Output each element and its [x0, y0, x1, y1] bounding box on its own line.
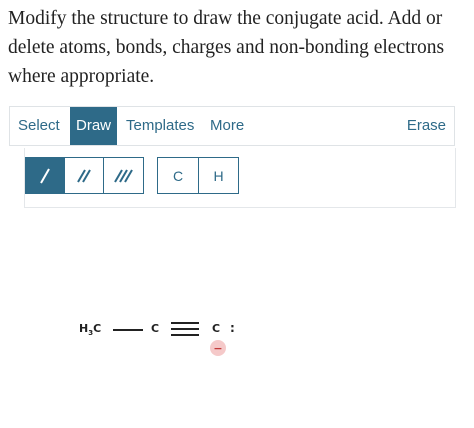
tab-more[interactable]: More [210, 107, 244, 145]
carbon-atom-1[interactable]: C [151, 323, 159, 335]
single-bond-button[interactable] [25, 157, 65, 194]
double-bond-button[interactable] [64, 157, 104, 194]
hydrogen-atom-button[interactable]: H [198, 157, 239, 194]
question-text: Modify the structure to draw the conjuga… [8, 8, 445, 87]
drawing-canvas[interactable]: H3C C C : − [0, 210, 474, 428]
methyl-group-label[interactable]: H3C [79, 323, 101, 339]
methyl-h: H [79, 322, 89, 335]
triple-bond-button[interactable] [103, 157, 144, 194]
lone-pair-electrons[interactable]: : [230, 322, 235, 334]
triple-bond-icon [113, 168, 133, 183]
double-bond-icon [77, 168, 91, 183]
negative-charge-icon[interactable]: − [210, 340, 226, 356]
single-bond-line[interactable] [113, 329, 143, 331]
charge-symbol: − [213, 341, 223, 355]
draw-tools-panel: C H [24, 148, 456, 208]
erase-button[interactable]: Erase [407, 107, 446, 145]
tab-templates[interactable]: Templates [126, 107, 194, 145]
methyl-c: C [93, 322, 102, 335]
carbon-atom-button[interactable]: C [157, 157, 199, 194]
tab-draw[interactable]: Draw [70, 107, 118, 145]
editor-toolbar: Select Draw Templates More Erase [9, 106, 455, 146]
carbon-atom-2[interactable]: C [212, 323, 220, 335]
tab-select[interactable]: Select [18, 107, 60, 145]
single-bond-icon [40, 168, 50, 183]
triple-bond-line[interactable] [171, 322, 199, 338]
